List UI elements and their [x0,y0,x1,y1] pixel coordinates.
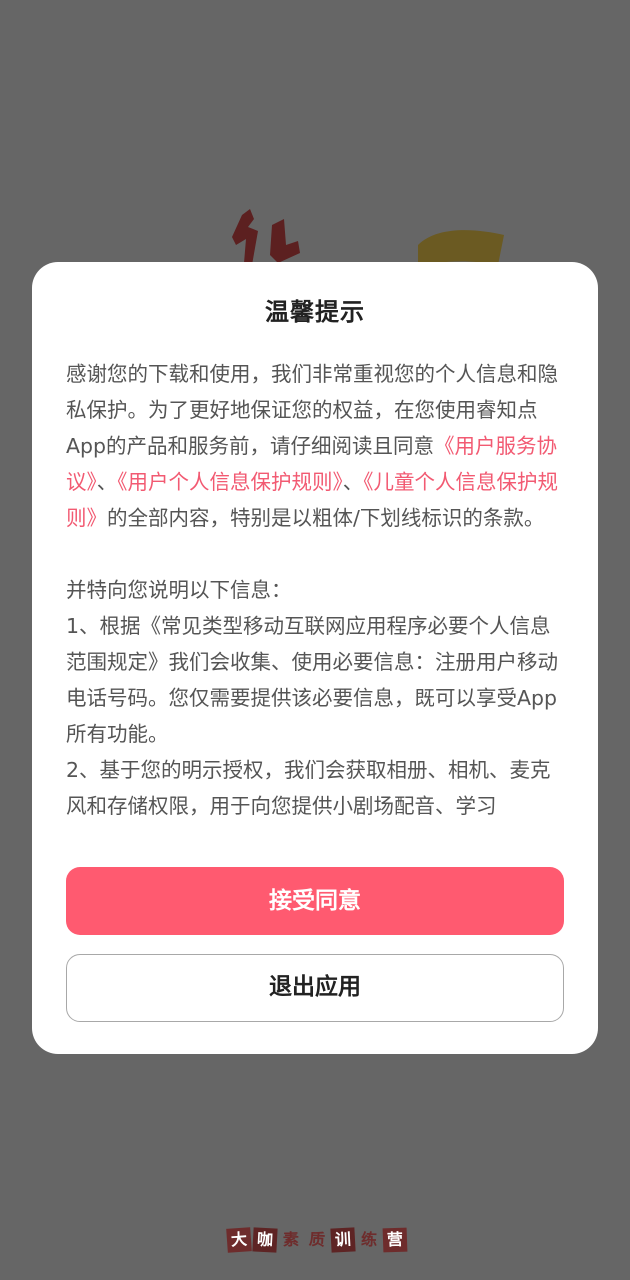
intro-paragraph: 感谢您的下载和使用，我们非常重视您的个人信息和隐私保护。为了更好地保证您的权益，… [66,356,566,536]
intro-text-after: 的全部内容，特别是以粗体/下划线标识的条款。 [107,506,545,530]
app-screen: 温馨提示 感谢您的下载和使用，我们非常重视您的个人信息和隐私保护。为了更好地保证… [0,0,630,1280]
accept-button[interactable]: 接受同意 [66,867,564,935]
separator: 、 [342,470,364,494]
brand-char: 营 [382,1227,408,1253]
details-item-1: 1、根据《常见类型移动互联网应用程序必要个人信息范围规定》我们会收集、使用必要信… [66,614,558,746]
brand-char: 质 [308,1229,326,1250]
bottom-brand-logo: 大 咖 素 质 训 练 营 [226,1227,408,1253]
dialog-body-scroll[interactable]: 感谢您的下载和使用，我们非常重视您的个人信息和隐私保护。为了更好地保证您的权益，… [66,356,566,848]
brand-char: 咖 [252,1227,278,1253]
exit-app-button[interactable]: 退出应用 [66,954,564,1022]
dialog-title: 温馨提示 [265,298,365,326]
separator: 、 [96,470,118,494]
brand-char: 素 [282,1229,300,1250]
privacy-rules-link[interactable]: 《用户个人信息保护规则》 [117,470,343,494]
details-heading: 并特向您说明以下信息： [66,578,292,602]
brand-char: 训 [330,1227,356,1253]
brand-char: 练 [360,1229,378,1250]
brand-char: 大 [226,1227,252,1253]
details-item-2: 2、基于您的明示授权，我们会获取相册、相机、麦克风和存储权限，用于向您提供小剧场… [66,758,551,818]
